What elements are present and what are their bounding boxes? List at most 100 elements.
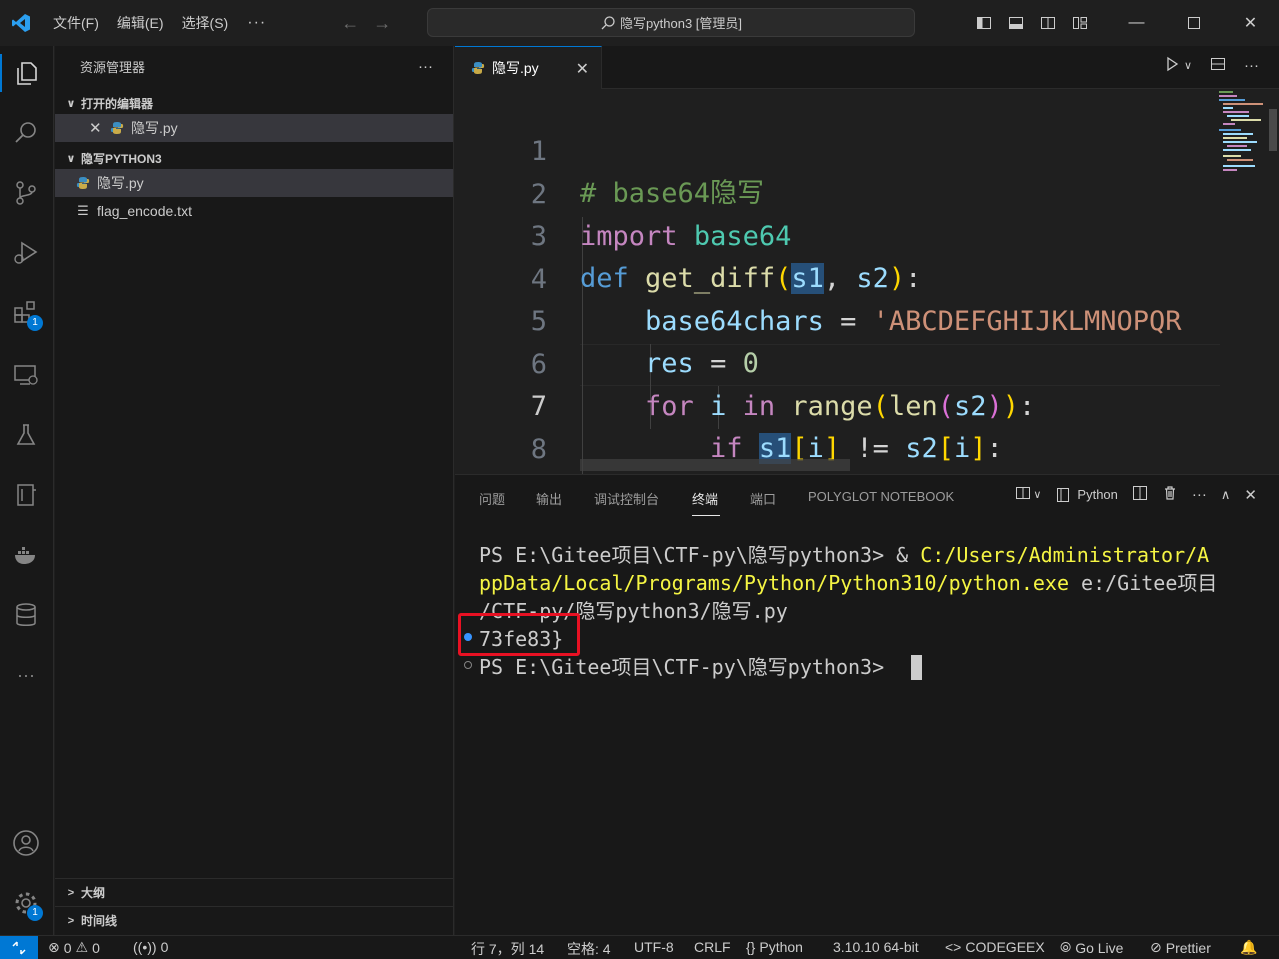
encoding-status[interactable]: UTF-8	[634, 939, 674, 955]
prohibited-icon: ⊘	[1150, 939, 1162, 955]
error-icon: ⊗	[48, 939, 60, 955]
source-control-icon[interactable]	[7, 174, 45, 212]
folder-section[interactable]: ∨ 隐写PYTHON3	[55, 147, 453, 169]
menu-edit[interactable]: 编辑(E)	[108, 8, 173, 38]
outline-section[interactable]: > 大纲	[55, 878, 454, 906]
indentation-status[interactable]: 空格: 4	[567, 939, 611, 959]
toggle-secondary-sidebar-icon[interactable]	[1032, 8, 1064, 38]
menu-more-button[interactable]: ···	[237, 14, 276, 32]
more-views-icon[interactable]: ···	[7, 656, 45, 694]
run-file-icon[interactable]	[1164, 56, 1180, 75]
code-line: 3 def get_diff(s1, s2):	[455, 174, 1215, 294]
close-window-button[interactable]: ✕	[1222, 0, 1279, 46]
remote-explorer-icon[interactable]	[7, 356, 45, 394]
back-arrow-icon[interactable]: ←	[334, 13, 366, 34]
toggle-panel-icon[interactable]	[1000, 8, 1032, 38]
maximize-panel-icon[interactable]: ∧	[1221, 487, 1231, 503]
tab-output[interactable]: 输出	[536, 489, 562, 508]
search-icon	[601, 15, 615, 29]
minimap[interactable]	[1215, 89, 1267, 189]
trash-icon[interactable]	[1162, 485, 1178, 504]
remote-indicator-icon[interactable]	[0, 936, 38, 959]
open-editors-label: 打开的编辑器	[81, 96, 154, 111]
customize-layout-icon[interactable]	[1064, 8, 1096, 38]
file-item-text[interactable]: ☰ flag_encode.txt	[55, 197, 453, 225]
tab-problems[interactable]: 问题	[479, 489, 505, 508]
explorer-title: 资源管理器	[80, 59, 146, 75]
explorer-icon[interactable]	[0, 54, 54, 92]
close-icon[interactable]: ✕	[576, 59, 589, 79]
forward-arrow-icon[interactable]: →	[366, 13, 398, 34]
file-item-python[interactable]: 隐写.py	[55, 169, 453, 197]
extensions-badge: 1	[27, 315, 43, 331]
horizontal-scrollbar[interactable]	[580, 459, 850, 471]
explorer-more-button[interactable]: ···	[418, 58, 433, 75]
toggle-primary-sidebar-icon[interactable]	[968, 8, 1000, 38]
close-icon[interactable]: ✕	[89, 119, 109, 137]
run-debug-icon[interactable]	[7, 234, 45, 272]
database-icon[interactable]	[7, 596, 45, 634]
problems-status[interactable]: ⊗ 0 ⚠ 0	[48, 939, 100, 956]
command-center-search[interactable]: 隐写python3 [管理员]	[427, 8, 915, 37]
python-file-icon	[109, 120, 125, 136]
tab-debug-console[interactable]: 调试控制台	[594, 489, 659, 508]
ports-status[interactable]: ((•)) 0	[133, 939, 168, 955]
terminal-prompt-line: PS E:\Gitee项目\CTF-py\隐写python3>	[479, 653, 896, 681]
more-actions-icon[interactable]: ···	[1192, 486, 1207, 503]
tab-polyglot-notebook[interactable]: POLYGLOT NOTEBOOK	[808, 489, 954, 504]
broadcast-icon: ⦾	[1060, 939, 1072, 955]
go-live-status[interactable]: ⦾ Go Live	[1060, 939, 1123, 956]
more-actions-icon[interactable]: ···	[1244, 57, 1259, 74]
cursor-position[interactable]: 行 7，列 14	[471, 939, 544, 959]
activity-bar: 1 ··· 1	[0, 46, 54, 935]
open-editors-section[interactable]: ∨ 打开的编辑器	[55, 92, 453, 114]
notifications-bell-icon[interactable]: 🔔	[1240, 939, 1257, 956]
split-editor-icon[interactable]	[1210, 56, 1226, 75]
code-line: 4 base64chars = 'ABCDEFGHIJKLMNOPQR	[455, 217, 1215, 337]
editor-vertical-scrollbar[interactable]	[1267, 89, 1279, 474]
extensions-icon[interactable]: 1	[7, 294, 45, 332]
python-file-icon	[75, 175, 91, 191]
search-icon[interactable]	[7, 114, 45, 152]
language-mode[interactable]: {} Python	[746, 939, 803, 955]
testing-flask-icon[interactable]	[7, 416, 45, 454]
split-terminal-icon[interactable]	[1132, 485, 1148, 504]
tab-terminal[interactable]: 终端	[692, 489, 718, 508]
timeline-section[interactable]: > 时间线	[55, 906, 454, 934]
terminal-text: e:/Gitee项目	[1069, 571, 1218, 595]
menu-selection[interactable]: 选择(S)	[173, 8, 238, 38]
prettier-status[interactable]: ⊘ Prettier	[1150, 939, 1211, 956]
settings-badge: 1	[27, 905, 43, 921]
open-editor-item[interactable]: ✕ 隐写.py	[55, 114, 453, 142]
close-panel-icon[interactable]: ✕	[1244, 486, 1257, 504]
interpreter-status[interactable]: 3.10.10 64-bit	[833, 939, 919, 955]
codegeex-status[interactable]: <> CODEGEEX	[945, 939, 1045, 955]
go-live-label: Go Live	[1075, 939, 1124, 956]
new-terminal-split-icon[interactable]	[1015, 485, 1031, 504]
terminal-path: C:/Users/Administrator/A	[920, 543, 1210, 567]
error-count: 0	[63, 939, 72, 956]
accounts-icon[interactable]	[7, 824, 45, 862]
vscode-logo-icon	[4, 8, 38, 38]
command-pending-decoration[interactable]	[464, 661, 472, 669]
code-editor[interactable]: 1 # base64隐写 2 import base64 3 def get_d…	[455, 89, 1279, 474]
docker-icon[interactable]	[7, 536, 45, 574]
editor-tab[interactable]: 隐写.py ✕	[455, 46, 602, 89]
minimize-button[interactable]: —	[1108, 0, 1165, 46]
chevron-down-icon[interactable]: ∨	[1184, 59, 1192, 72]
terminal-shell-selector[interactable]: Python	[1055, 487, 1118, 503]
chevron-down-icon[interactable]: ∨	[1033, 488, 1041, 501]
terminal-scrollbar[interactable]	[1267, 475, 1279, 936]
tab-ports[interactable]: 端口	[750, 489, 776, 508]
menu-file[interactable]: 文件(F)	[44, 8, 108, 38]
terminal[interactable]: PS E:\Gitee项目\CTF-py\隐写python3> & C:/Use…	[455, 537, 1265, 917]
eol-status[interactable]: CRLF	[694, 939, 731, 955]
notebook-icon[interactable]	[7, 476, 45, 514]
settings-gear-icon[interactable]: 1	[7, 884, 45, 922]
ports-count: 0	[160, 939, 169, 955]
tab-label: 隐写.py	[492, 60, 539, 76]
maximize-button[interactable]	[1165, 0, 1222, 46]
highlight-annotation-box	[458, 613, 580, 656]
status-bar: ⊗ 0 ⚠ 0 ((•)) 0 行 7，列 14 空格: 4 UTF-8 CRLF {…	[0, 935, 1279, 959]
braces-icon: {}	[746, 939, 756, 955]
